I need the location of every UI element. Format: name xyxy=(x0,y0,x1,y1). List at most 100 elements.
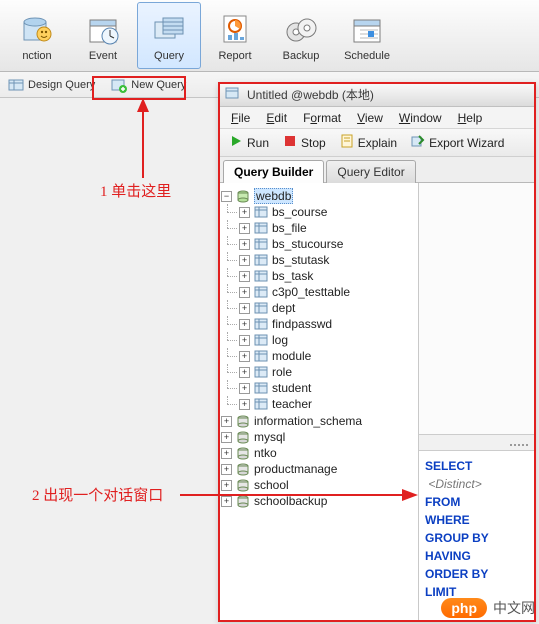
tree-table[interactable]: +bs_task xyxy=(239,269,416,283)
expand-icon[interactable]: + xyxy=(239,319,250,330)
export-icon xyxy=(411,134,425,151)
tree-table[interactable]: +bs_course xyxy=(239,205,416,219)
tree-table[interactable]: +findpasswd xyxy=(239,317,416,331)
tree-table[interactable]: +c3p0_testtable xyxy=(239,285,416,299)
query-icon xyxy=(150,10,188,48)
toolbar-button-backup[interactable]: Backup xyxy=(269,2,333,69)
kw-having[interactable]: HAVING xyxy=(425,547,529,565)
expand-icon[interactable]: + xyxy=(239,303,250,314)
table-icon xyxy=(254,349,268,363)
expand-icon[interactable]: + xyxy=(239,207,250,218)
watermark-text: 中文网 xyxy=(493,598,535,618)
toolbar-button-event[interactable]: Event xyxy=(71,2,135,69)
stop-button[interactable]: Stop xyxy=(279,133,330,152)
table-icon xyxy=(254,397,268,411)
tree-db[interactable]: +schoolbackup xyxy=(221,494,416,508)
kw-groupby[interactable]: GROUP BY xyxy=(425,529,529,547)
toolbar-label: Schedule xyxy=(344,50,390,62)
tree-db[interactable]: +mysql xyxy=(221,430,416,444)
tree-table[interactable]: +bs_stutask xyxy=(239,253,416,267)
toolbar-button-schedule[interactable]: Schedule xyxy=(335,2,399,69)
child-window-titlebar[interactable]: Untitled @webdb (本地) xyxy=(219,83,535,107)
expand-icon[interactable]: + xyxy=(239,335,250,346)
expand-icon[interactable]: + xyxy=(239,223,250,234)
tab-query-editor[interactable]: Query Editor xyxy=(326,160,415,183)
expand-icon[interactable]: + xyxy=(221,416,232,427)
tree-db[interactable]: +school xyxy=(221,478,416,492)
table-icon xyxy=(254,205,268,219)
child-toolbar: Run Stop Explain Export Wizard xyxy=(219,129,535,157)
toolbar-button-query[interactable]: Query xyxy=(137,2,201,69)
expand-icon[interactable]: + xyxy=(239,255,250,266)
expand-icon[interactable]: + xyxy=(239,351,250,362)
table-icon xyxy=(254,269,268,283)
table-icon xyxy=(254,301,268,315)
event-icon xyxy=(84,10,122,48)
toolbar-button-function[interactable]: nction xyxy=(5,2,69,69)
tree-table[interactable]: +teacher xyxy=(239,397,416,411)
expand-icon[interactable]: + xyxy=(239,399,250,410)
explain-icon xyxy=(340,134,354,151)
menu-window[interactable]: Window xyxy=(393,109,448,127)
table-icon xyxy=(254,365,268,379)
expand-icon[interactable]: + xyxy=(239,271,250,282)
expand-icon[interactable]: + xyxy=(239,383,250,394)
child-tabs: Query Builder Query Editor xyxy=(219,157,535,183)
tree-db[interactable]: +productmanage xyxy=(221,462,416,476)
tree-db[interactable]: +ntko xyxy=(221,446,416,460)
tree-table[interactable]: +dept xyxy=(239,301,416,315)
table-icon xyxy=(254,253,268,267)
tree-table[interactable]: +bs_file xyxy=(239,221,416,235)
design-query-button[interactable]: Design Query xyxy=(4,75,99,95)
kw-where[interactable]: WHERE xyxy=(425,511,529,529)
distinct-hint[interactable]: <Distinct> xyxy=(428,477,481,491)
panel-splitter[interactable] xyxy=(419,435,535,451)
kw-orderby[interactable]: ORDER BY xyxy=(425,565,529,583)
expand-icon[interactable]: + xyxy=(221,496,232,507)
tree-table[interactable]: +log xyxy=(239,333,416,347)
menu-edit[interactable]: Edit xyxy=(260,109,293,127)
arrow-step1 xyxy=(128,98,158,178)
expand-icon[interactable]: + xyxy=(239,239,250,250)
design-query-label: Design Query xyxy=(28,79,95,91)
tree-table[interactable]: +bs_stucourse xyxy=(239,237,416,251)
table-icon xyxy=(254,317,268,331)
new-query-label: New Query xyxy=(131,79,186,91)
expand-icon[interactable]: + xyxy=(221,464,232,475)
expand-icon[interactable]: + xyxy=(221,480,232,491)
explain-label: Explain xyxy=(358,136,397,150)
tree-table[interactable]: +role xyxy=(239,365,416,379)
run-button[interactable]: Run xyxy=(225,133,273,152)
kw-from[interactable]: FROM xyxy=(425,493,529,511)
stop-label: Stop xyxy=(301,136,326,150)
tab-query-builder[interactable]: Query Builder xyxy=(223,160,324,183)
tree-table[interactable]: +student xyxy=(239,381,416,395)
toolbar-label: Event xyxy=(89,50,117,62)
menu-format[interactable]: Format xyxy=(297,109,347,127)
tree-db[interactable]: +information_schema xyxy=(221,414,416,428)
grip-icon xyxy=(509,438,531,448)
expand-icon[interactable]: + xyxy=(239,367,250,378)
explain-button[interactable]: Explain xyxy=(336,133,401,152)
main-toolbar: nction Event Query Report Backup Schedul… xyxy=(0,0,539,72)
new-query-button[interactable]: New Query xyxy=(107,75,190,95)
menu-file[interactable]: File xyxy=(225,109,256,127)
sql-keywords-panel[interactable]: SELECT <Distinct> FROM WHERE GROUP BY HA… xyxy=(419,451,535,621)
expand-icon[interactable]: + xyxy=(239,287,250,298)
tree-table[interactable]: +module xyxy=(239,349,416,363)
tree-db-webdb[interactable]: −webdb xyxy=(221,188,416,204)
kw-select[interactable]: SELECT <Distinct> xyxy=(425,457,529,493)
menu-view[interactable]: View xyxy=(351,109,389,127)
expand-icon[interactable]: + xyxy=(221,432,232,443)
table-icon xyxy=(254,333,268,347)
tree-panel[interactable]: −webdb+bs_course +bs_file +bs_stucourse +bs… xyxy=(219,183,419,621)
diagram-area[interactable] xyxy=(419,183,535,435)
export-wizard-button[interactable]: Export Wizard xyxy=(407,133,508,152)
menu-help[interactable]: Help xyxy=(452,109,489,127)
expand-icon[interactable]: + xyxy=(221,448,232,459)
annotation-step1: 1 单击这里 xyxy=(100,180,171,201)
toolbar-button-report[interactable]: Report xyxy=(203,2,267,69)
collapse-icon[interactable]: − xyxy=(221,191,232,202)
child-body: −webdb+bs_course +bs_file +bs_stucourse +bs… xyxy=(219,183,535,621)
schedule-icon xyxy=(348,10,386,48)
